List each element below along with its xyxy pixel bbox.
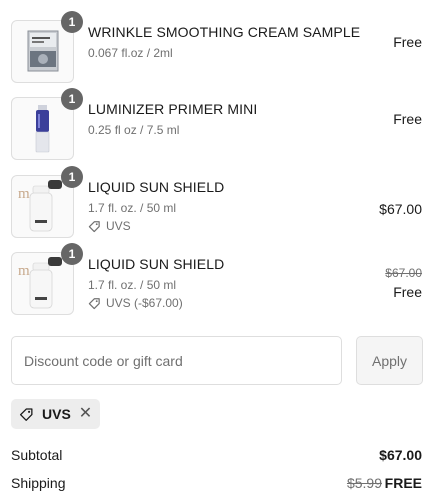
subtotal-row: Subtotal $67.00 [11,447,422,467]
product-thumbnail: m 1 [11,243,83,315]
product-variant: 0.067 fl.oz / 2ml [88,46,173,60]
product-price: Free [393,34,422,50]
quantity-badge: 1 [61,11,83,33]
shipping-label: Shipping [11,475,66,491]
quantity-badge: 1 [61,88,83,110]
discount-code-label: UVS [106,219,131,233]
discount-code-label: UVS (-$67.00) [106,296,183,310]
applied-code-label: UVS [42,406,71,422]
svg-text:m: m [18,263,30,279]
product-name: LIQUID SUN SHIELD [88,256,225,272]
product-price: Free [393,284,422,300]
tag-icon [88,297,100,309]
product-thumbnail: 1 [11,11,83,83]
product-name: LIQUID SUN SHIELD [88,179,225,195]
shipping-row: Shipping $5.99 FREE [11,475,422,495]
applied-discount: UVS (-$67.00) [88,296,183,310]
subtotal-label: Subtotal [11,447,63,463]
svg-text:m: m [18,186,30,202]
applied-code-chip: UVS ✕ [11,399,101,429]
shipping-value: FREE [384,475,422,491]
tag-icon [19,407,33,421]
line-item: 1 WRINKLE SMOOTHING CREAM SAMPLE 0.067 f… [0,11,436,86]
quantity-badge: 1 [61,166,83,188]
product-price: $67.00 [379,201,422,217]
product-variant: 1.7 fl. oz. / 50 ml [88,201,177,215]
applied-discount: UVS [88,219,131,233]
product-price: Free [393,111,422,127]
line-item: m 1 LIQUID SUN SHIELD 1.7 fl. oz. / 50 m… [0,243,436,318]
line-item: 1 LUMINIZER PRIMER MINI 0.25 fl oz / 7.5… [0,88,436,163]
product-thumbnail: 1 [11,88,83,160]
line-item: m 1 LIQUID SUN SHIELD 1.7 fl. oz. / 50 m… [0,166,436,241]
product-name: WRINKLE SMOOTHING CREAM SAMPLE [88,24,361,40]
subtotal-value: $67.00 [379,447,422,463]
product-thumbnail: m 1 [11,166,83,238]
original-price: $67.00 [385,266,422,280]
close-icon[interactable]: ✕ [79,406,92,422]
shipping-original-price: $5.99 [346,475,382,491]
product-name: LUMINIZER PRIMER MINI [88,101,258,117]
tag-icon [88,220,100,232]
product-variant: 1.7 fl. oz. / 50 ml [88,278,177,292]
product-variant: 0.25 fl oz / 7.5 ml [88,123,180,137]
discount-code-input[interactable] [11,336,342,385]
quantity-badge: 1 [61,243,83,265]
apply-button[interactable]: Apply [356,336,423,385]
